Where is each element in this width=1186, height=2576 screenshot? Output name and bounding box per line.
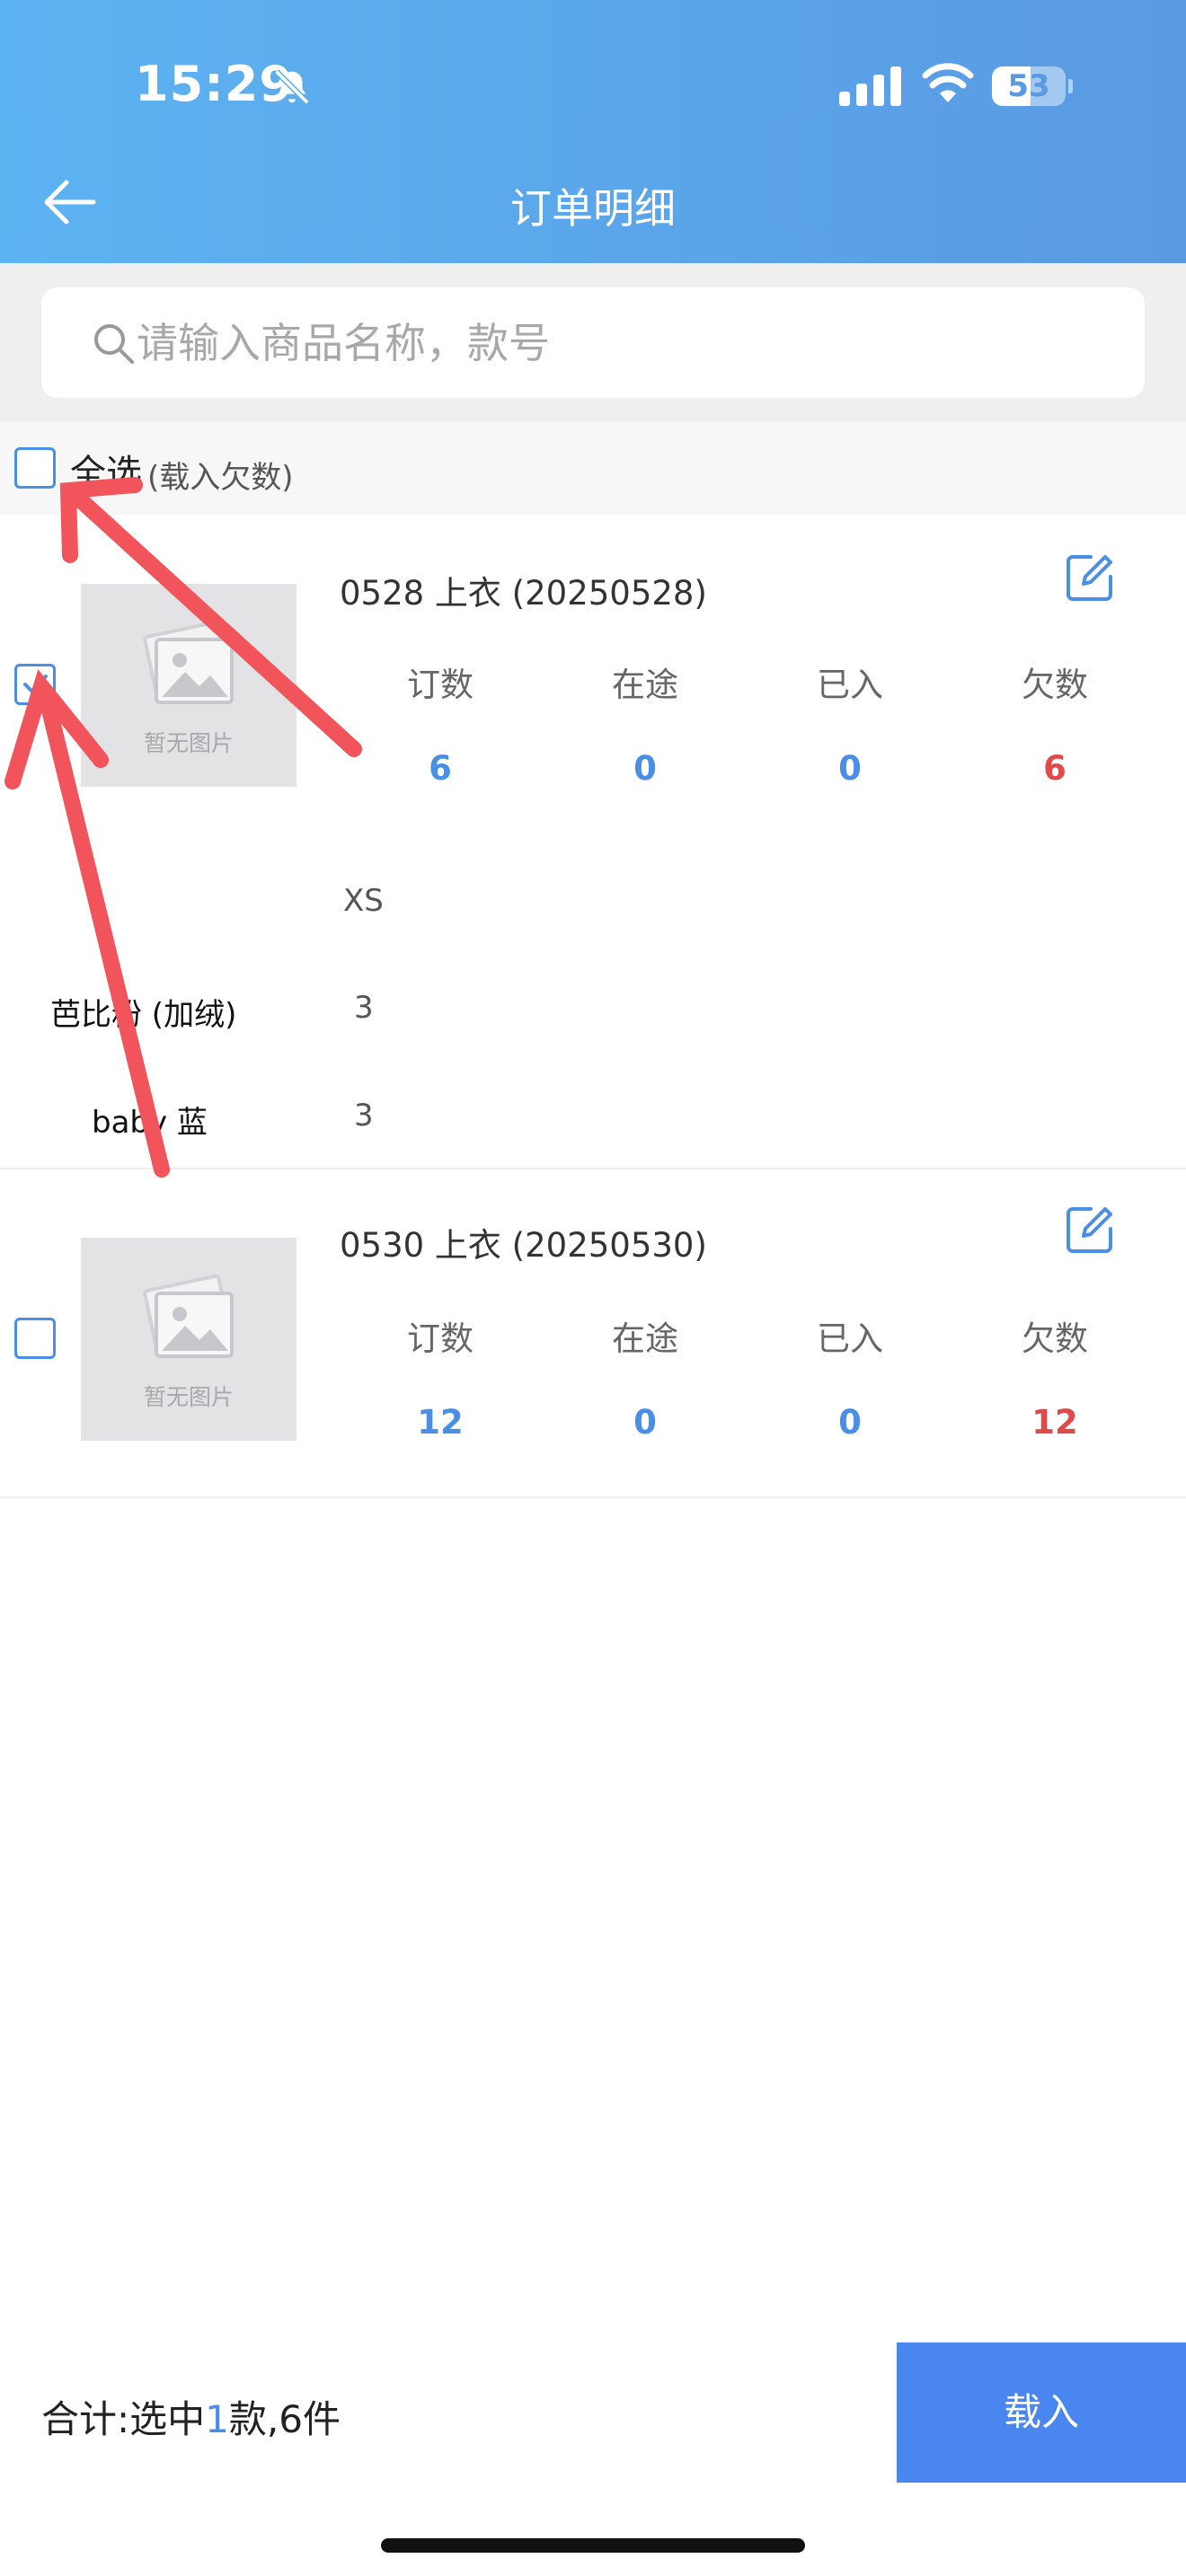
item-2-checkbox[interactable] bbox=[14, 1318, 56, 1359]
wifi-icon bbox=[922, 63, 974, 102]
page-title: 订单明细 bbox=[510, 184, 676, 233]
search-icon bbox=[94, 324, 134, 364]
stat-value-received: 0 bbox=[838, 749, 862, 788]
image-placeholder-icon bbox=[143, 620, 234, 704]
load-button[interactable]: 载入 bbox=[897, 2342, 1186, 2483]
status-time: 15:29 bbox=[135, 56, 294, 112]
stat-value-in-transit: 0 bbox=[633, 1403, 657, 1442]
size-column-header: XS bbox=[343, 883, 384, 919]
stat-label-ordered: 订数 bbox=[407, 1319, 474, 1358]
color-row-qty: 3 bbox=[354, 1098, 374, 1134]
edit-icon[interactable] bbox=[1064, 551, 1116, 604]
stat-value-received: 0 bbox=[838, 1403, 862, 1442]
stat-label-in-transit: 在途 bbox=[612, 1319, 678, 1358]
color-row-label: baby 蓝 bbox=[92, 1105, 208, 1141]
select-all-note: (载入欠数) bbox=[147, 460, 294, 496]
stat-value-owed: 12 bbox=[1031, 1403, 1078, 1442]
battery-level: 53 bbox=[1007, 68, 1050, 104]
color-row-label: 芭比粉 (加绒) bbox=[50, 997, 237, 1033]
search-input[interactable] bbox=[137, 307, 1125, 379]
item-1-checkbox[interactable] bbox=[14, 664, 56, 705]
item-2-title: 0530 上衣 (20250530) bbox=[340, 1226, 707, 1265]
search-box[interactable] bbox=[41, 287, 1145, 398]
color-row-qty: 3 bbox=[354, 990, 374, 1026]
home-indicator bbox=[381, 2538, 805, 2553]
select-all-label[interactable]: 全选 bbox=[70, 444, 142, 496]
stat-value-ordered: 12 bbox=[417, 1403, 464, 1442]
edit-icon[interactable] bbox=[1064, 1204, 1116, 1256]
stat-value-owed: 6 bbox=[1043, 749, 1067, 788]
footer-total: 合计:选中1款,6件 bbox=[41, 2389, 341, 2444]
stat-label-received: 已入 bbox=[817, 666, 883, 704]
no-image-label: 暂无图片 bbox=[143, 1384, 234, 1410]
item-2-thumbnail: 暂无图片 bbox=[81, 1238, 296, 1441]
app-header: 15:29 53 订单明细 bbox=[0, 0, 1186, 263]
stat-value-ordered: 6 bbox=[429, 749, 452, 788]
item-1-title: 0528 上衣 (20250528) bbox=[340, 574, 707, 613]
item-divider bbox=[0, 1496, 1186, 1498]
selected-count: 1 bbox=[205, 2397, 229, 2441]
bell-muted-icon bbox=[274, 69, 310, 105]
battery-icon: 53 bbox=[992, 66, 1073, 106]
stat-label-owed: 欠数 bbox=[1022, 1319, 1088, 1358]
checkmark-icon bbox=[23, 675, 48, 693]
item-1-thumbnail: 暂无图片 bbox=[81, 584, 296, 787]
stat-label-in-transit: 在途 bbox=[612, 666, 678, 704]
item-divider bbox=[0, 1168, 1186, 1169]
select-all-checkbox[interactable] bbox=[14, 447, 56, 489]
signal-icon bbox=[839, 66, 901, 106]
total-suffix: 款,6件 bbox=[228, 2397, 341, 2441]
total-prefix: 合计:选中 bbox=[41, 2397, 206, 2441]
no-image-label: 暂无图片 bbox=[143, 730, 234, 756]
image-placeholder-icon bbox=[143, 1274, 234, 1358]
stat-value-in-transit: 0 bbox=[633, 749, 657, 788]
stat-label-ordered: 订数 bbox=[407, 666, 474, 704]
stat-label-received: 已入 bbox=[817, 1319, 883, 1358]
stat-label-owed: 欠数 bbox=[1022, 666, 1088, 704]
